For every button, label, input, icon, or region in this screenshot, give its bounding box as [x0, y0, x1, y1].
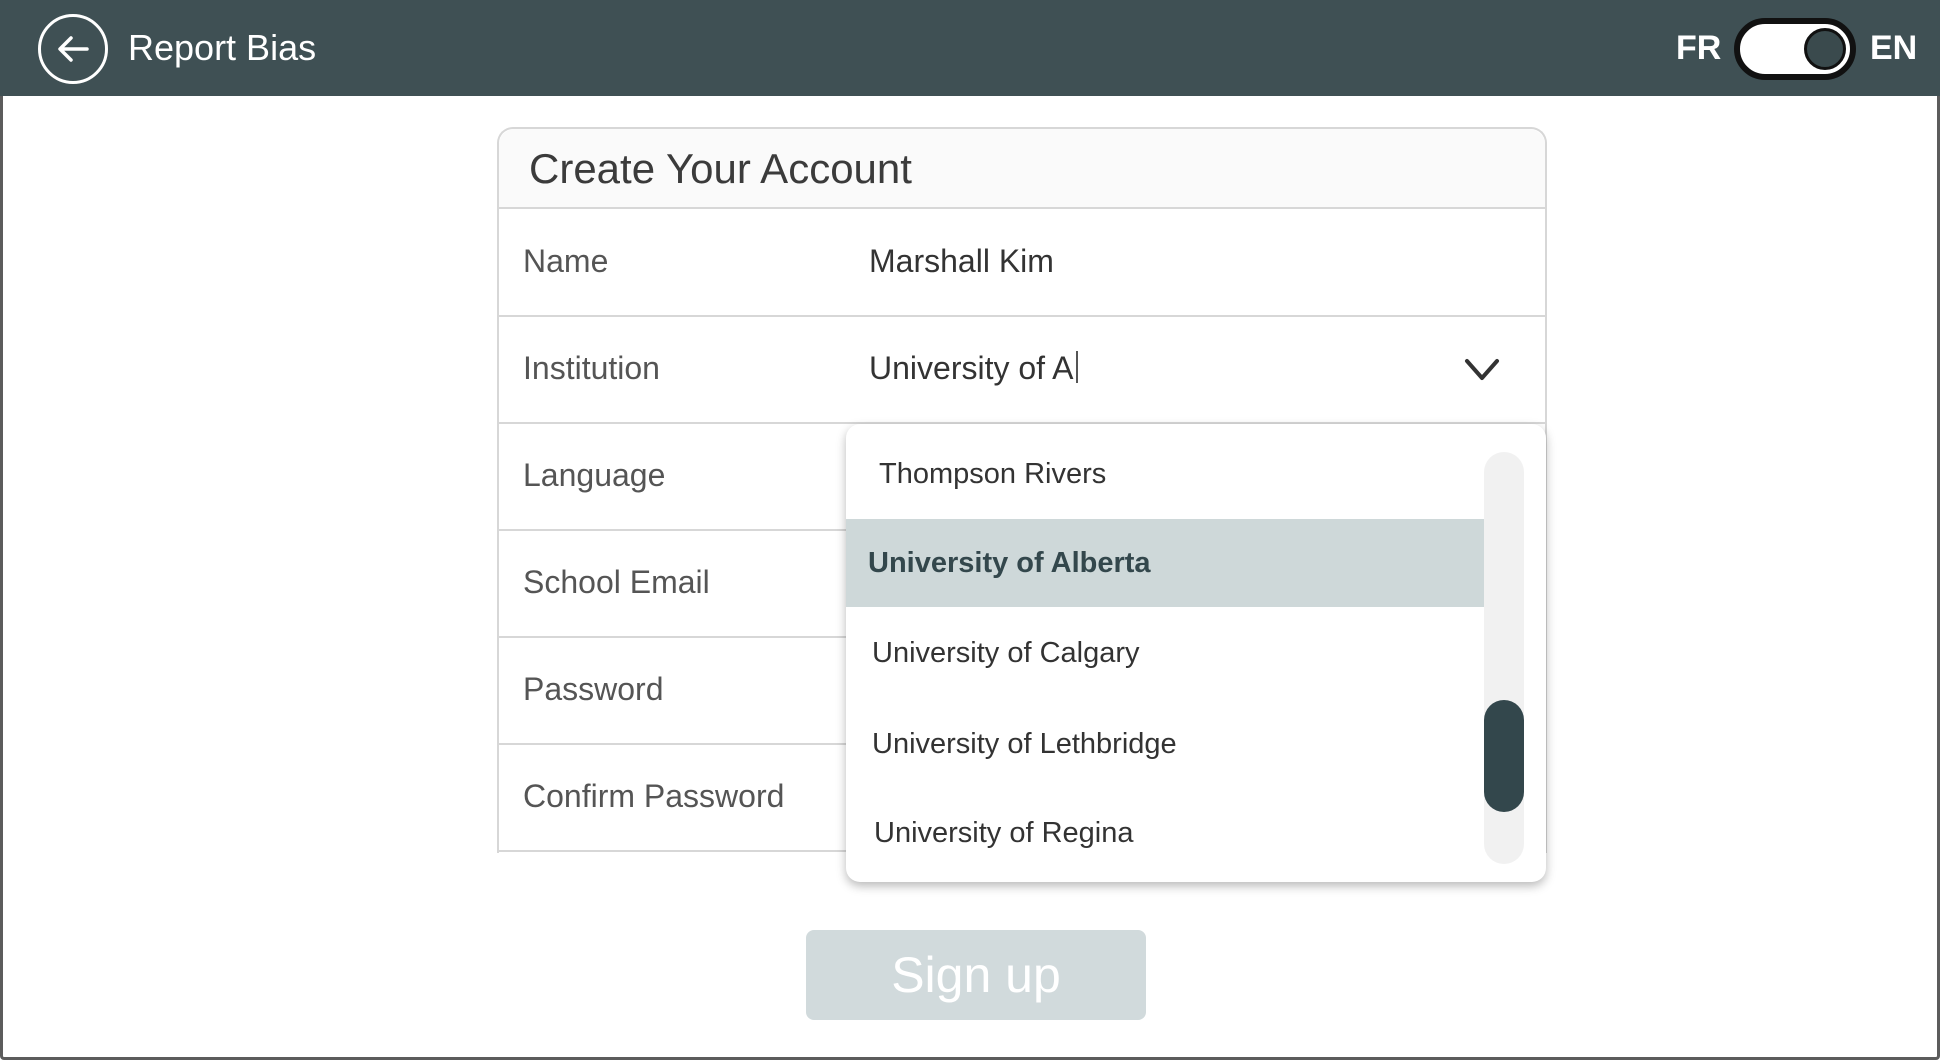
confirm-password-label: Confirm Password	[523, 778, 785, 814]
institution-dropdown[interactable]: Thompson Rivers University of Alberta Un…	[846, 424, 1546, 882]
form-title: Create Your Account	[529, 145, 912, 192]
institution-label: Institution	[523, 350, 660, 386]
name-label: Name	[523, 243, 609, 279]
toggle-knob	[1804, 28, 1846, 70]
dropdown-option[interactable]: University of Calgary	[846, 609, 1484, 697]
password-label: Password	[523, 671, 664, 707]
dropdown-option[interactable]: Thompson Rivers	[846, 430, 1484, 518]
language-toggle[interactable]	[1734, 18, 1856, 80]
language-label: Language	[523, 457, 666, 493]
name-field[interactable]: Marshall Kim	[869, 241, 1054, 281]
app-title: Report Bias	[128, 27, 317, 68]
dropdown-option[interactable]: University of Lethbridge	[846, 700, 1484, 788]
dropdown-option-selected[interactable]: University of Alberta	[846, 519, 1484, 607]
dropdown-option[interactable]: University of Regina	[846, 789, 1484, 877]
language-label-en: EN	[1870, 29, 1918, 67]
language-label-fr: FR	[1676, 29, 1722, 67]
form-title-row: Create Your Account	[499, 129, 1545, 209]
school-email-label: School Email	[523, 564, 710, 600]
signup-button[interactable]: Sign up	[806, 930, 1146, 1020]
app-header: Report Bias FR EN	[0, 0, 1940, 96]
back-arrow-icon	[58, 36, 89, 62]
institution-value: University of A	[869, 350, 1074, 386]
chevron-down-icon[interactable]	[1462, 352, 1502, 386]
dropdown-scrollbar-thumb[interactable]	[1484, 700, 1524, 812]
institution-row[interactable]: Institution University of A	[499, 316, 1545, 424]
back-button[interactable]	[38, 14, 108, 84]
institution-input[interactable]: University of A	[869, 348, 1078, 388]
text-cursor	[1075, 351, 1078, 383]
name-row[interactable]: Name Marshall Kim	[499, 209, 1545, 317]
